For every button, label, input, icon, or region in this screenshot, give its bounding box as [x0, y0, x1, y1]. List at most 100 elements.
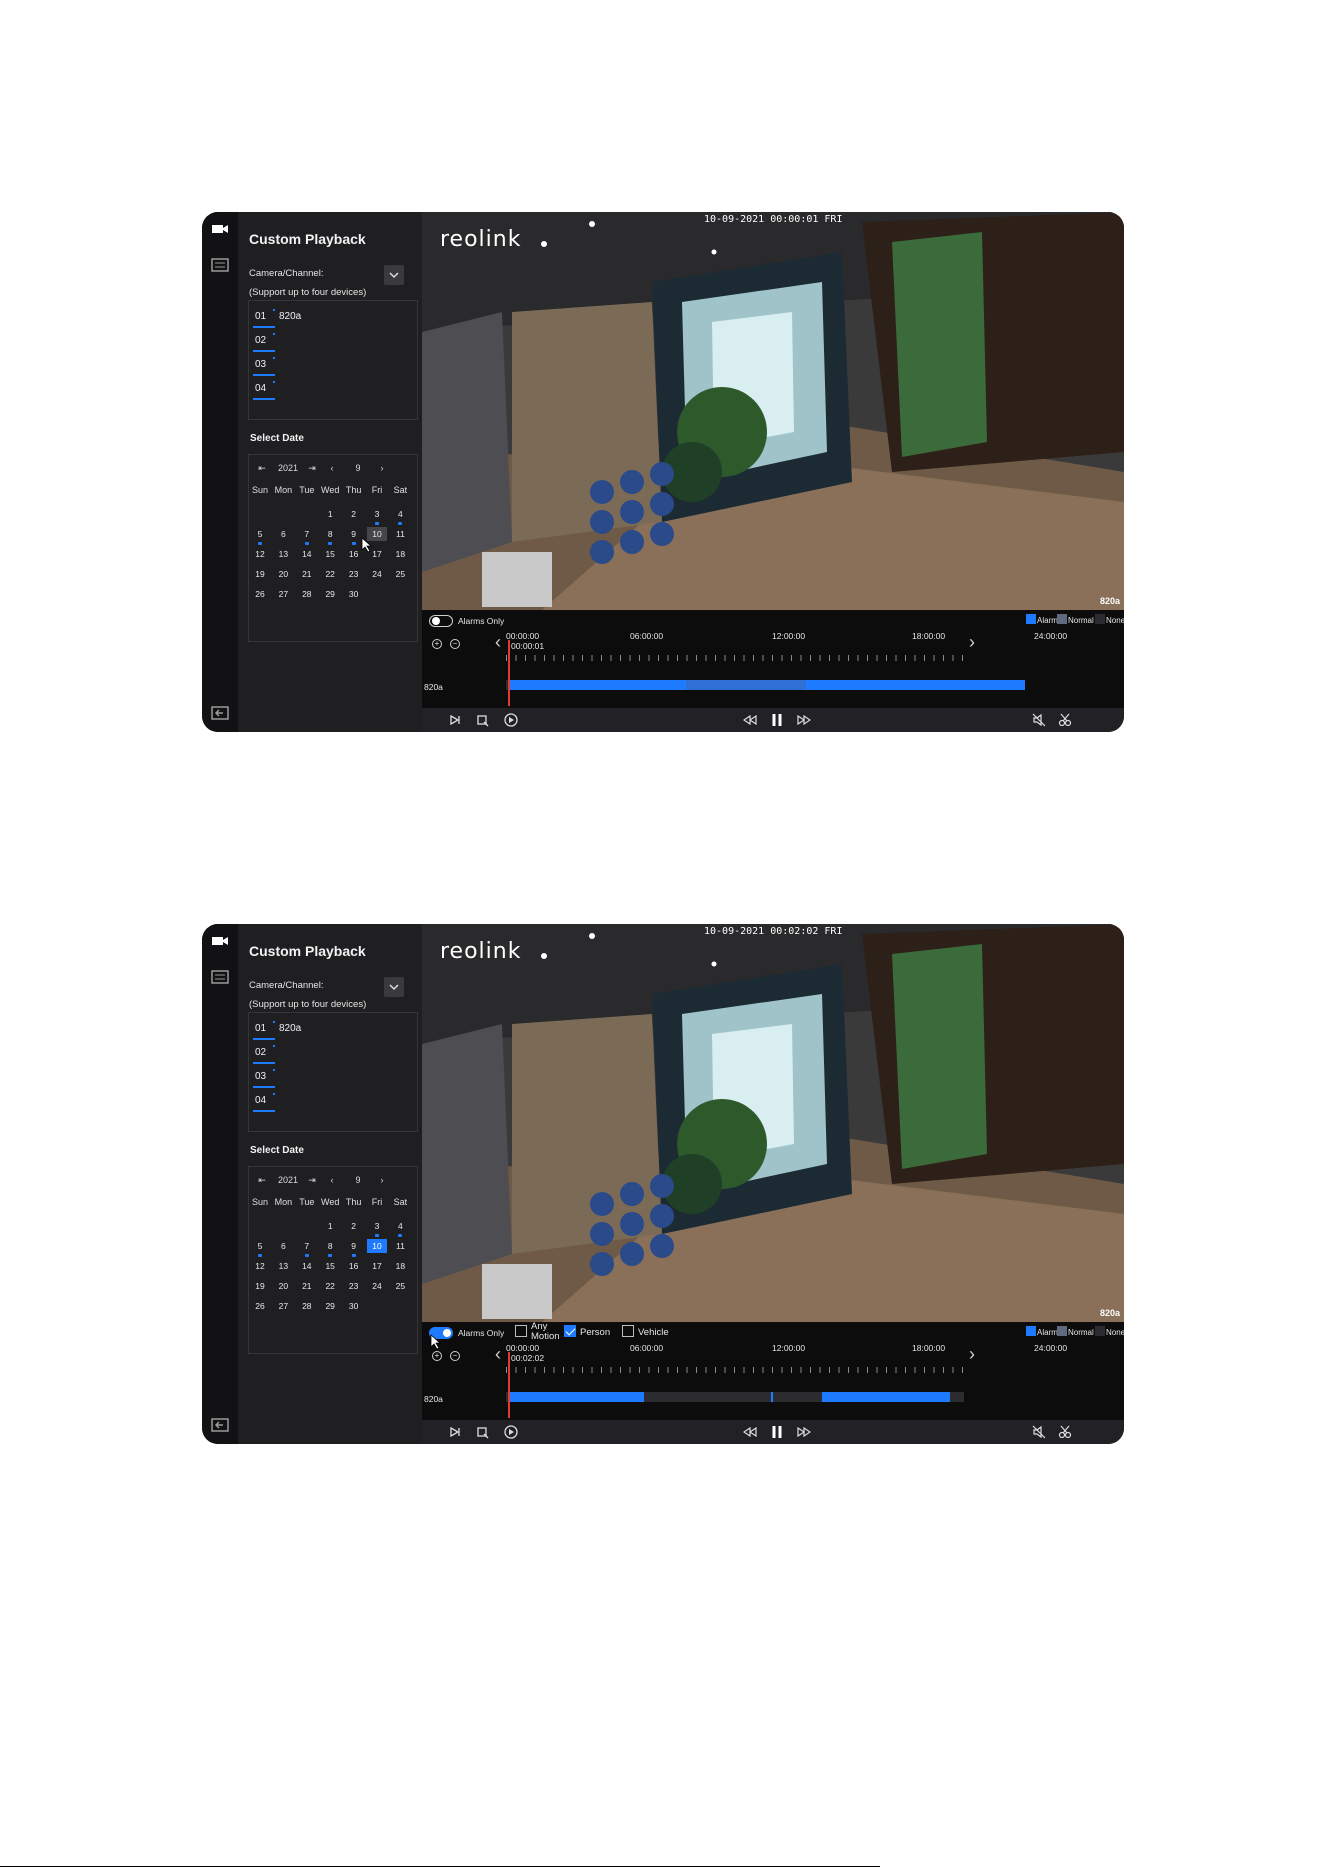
- calendar-day[interactable]: 15: [320, 1259, 340, 1273]
- calendar-day[interactable]: 4: [390, 507, 410, 525]
- calendar-day[interactable]: 10: [367, 1239, 387, 1253]
- clip-icon[interactable]: [1058, 1425, 1072, 1439]
- calendar-day[interactable]: 17: [367, 1259, 387, 1273]
- calendar-day[interactable]: 4: [390, 1219, 410, 1237]
- channel-item[interactable]: 01 820a: [253, 1017, 413, 1041]
- calendar-day[interactable]: 6: [273, 1239, 293, 1253]
- fast-forward-icon[interactable]: [797, 1425, 811, 1439]
- calendar-day[interactable]: 18: [390, 547, 410, 561]
- calendar-day[interactable]: 30: [344, 587, 364, 601]
- calendar-day[interactable]: 23: [344, 567, 364, 581]
- calendar-day[interactable]: 24: [367, 1279, 387, 1293]
- alarms-only-toggle[interactable]: [429, 615, 453, 627]
- pause-icon[interactable]: [770, 1425, 784, 1439]
- calendar-day[interactable]: 20: [273, 567, 293, 581]
- speed-icon[interactable]: [504, 1425, 518, 1439]
- timeline-next-button[interactable]: ›: [969, 632, 975, 653]
- channel-item[interactable]: 02: [253, 1041, 413, 1065]
- calendar-day[interactable]: 23: [344, 1279, 364, 1293]
- snapshot-icon[interactable]: [476, 1425, 490, 1439]
- calendar-day[interactable]: 16: [344, 1259, 364, 1273]
- rewind-icon[interactable]: [743, 1425, 757, 1439]
- prev-month-button[interactable]: ‹: [325, 463, 339, 477]
- exit-icon[interactable]: [211, 1418, 229, 1432]
- calendar-day[interactable]: 27: [273, 1299, 293, 1313]
- camera-icon[interactable]: [211, 222, 229, 236]
- timeline-next-button[interactable]: ›: [969, 1344, 975, 1365]
- prev-year-button[interactable]: ⇤: [255, 1175, 269, 1189]
- zoom-out-icon[interactable]: −: [450, 639, 460, 649]
- channel-item[interactable]: 04: [253, 377, 413, 401]
- calendar-day[interactable]: 13: [273, 547, 293, 561]
- skip-end-icon[interactable]: [448, 1425, 462, 1439]
- calendar-day[interactable]: 1: [320, 507, 340, 521]
- person-checkbox[interactable]: [564, 1325, 576, 1337]
- calendar-day[interactable]: 27: [273, 587, 293, 601]
- calendar-day[interactable]: 8: [320, 1239, 340, 1257]
- camera-dropdown-button[interactable]: [384, 265, 404, 285]
- calendar-day[interactable]: 14: [297, 547, 317, 561]
- calendar-day[interactable]: 19: [250, 567, 270, 581]
- calendar-day[interactable]: 28: [297, 1299, 317, 1313]
- calendar-day[interactable]: 26: [250, 587, 270, 601]
- calendar-day[interactable]: 19: [250, 1279, 270, 1293]
- list-icon[interactable]: [211, 258, 229, 272]
- calendar-day[interactable]: 1: [320, 1219, 340, 1233]
- vehicle-checkbox[interactable]: [622, 1325, 634, 1337]
- camera-icon[interactable]: [211, 934, 229, 948]
- calendar-day[interactable]: 6: [273, 527, 293, 541]
- next-month-button[interactable]: ›: [375, 463, 389, 477]
- calendar-day[interactable]: 18: [390, 1259, 410, 1273]
- calendar-day[interactable]: 9: [344, 1239, 364, 1257]
- calendar-day[interactable]: 15: [320, 547, 340, 561]
- any-motion-checkbox[interactable]: [515, 1325, 527, 1337]
- playhead[interactable]: [508, 1352, 510, 1418]
- recording-track[interactable]: [506, 1392, 964, 1402]
- video-feed[interactable]: reolink 10-09-2021 00:02:02 FRI 820a: [422, 924, 1124, 1322]
- calendar-day[interactable]: 29: [320, 587, 340, 601]
- calendar-day[interactable]: 3: [367, 507, 387, 525]
- calendar-day[interactable]: 25: [390, 567, 410, 581]
- list-icon[interactable]: [211, 970, 229, 984]
- calendar-day[interactable]: 29: [320, 1299, 340, 1313]
- mute-icon[interactable]: [1032, 1425, 1046, 1439]
- calendar-day[interactable]: 21: [297, 567, 317, 581]
- calendar-day[interactable]: 28: [297, 587, 317, 601]
- calendar-day[interactable]: 13: [273, 1259, 293, 1273]
- calendar-day[interactable]: 7: [297, 1239, 317, 1257]
- prev-year-button[interactable]: ⇤: [255, 463, 269, 477]
- exit-icon[interactable]: [211, 706, 229, 720]
- channel-item[interactable]: 04: [253, 1089, 413, 1113]
- clip-icon[interactable]: [1058, 713, 1072, 727]
- calendar-day[interactable]: 20: [273, 1279, 293, 1293]
- calendar-day[interactable]: 11: [390, 1239, 410, 1253]
- camera-dropdown-button[interactable]: [384, 977, 404, 997]
- mute-icon[interactable]: [1032, 713, 1046, 727]
- calendar-day[interactable]: 26: [250, 1299, 270, 1313]
- channel-item[interactable]: 03: [253, 1065, 413, 1089]
- calendar-day[interactable]: 22: [320, 1279, 340, 1293]
- calendar-day[interactable]: 2: [344, 1219, 364, 1233]
- snapshot-icon[interactable]: [476, 713, 490, 727]
- pause-icon[interactable]: [770, 713, 784, 727]
- calendar-day[interactable]: 5: [250, 527, 270, 545]
- calendar-day[interactable]: 8: [320, 527, 340, 545]
- calendar-day[interactable]: 5: [250, 1239, 270, 1257]
- channel-item[interactable]: 01 820a: [253, 305, 413, 329]
- playhead[interactable]: [508, 640, 510, 706]
- next-month-button[interactable]: ›: [375, 1175, 389, 1189]
- calendar-day[interactable]: 11: [390, 527, 410, 541]
- next-year-button[interactable]: ⇥: [305, 1175, 319, 1189]
- channel-item[interactable]: 03: [253, 353, 413, 377]
- recording-track[interactable]: [506, 680, 1025, 690]
- zoom-out-icon[interactable]: −: [450, 1351, 460, 1361]
- calendar-day[interactable]: 2: [344, 507, 364, 521]
- calendar-day[interactable]: 14: [297, 1259, 317, 1273]
- speed-icon[interactable]: [504, 713, 518, 727]
- calendar-day[interactable]: 7: [297, 527, 317, 545]
- calendar-day[interactable]: 12: [250, 547, 270, 561]
- next-year-button[interactable]: ⇥: [305, 463, 319, 477]
- skip-end-icon[interactable]: [448, 713, 462, 727]
- prev-month-button[interactable]: ‹: [325, 1175, 339, 1189]
- channel-item[interactable]: 02: [253, 329, 413, 353]
